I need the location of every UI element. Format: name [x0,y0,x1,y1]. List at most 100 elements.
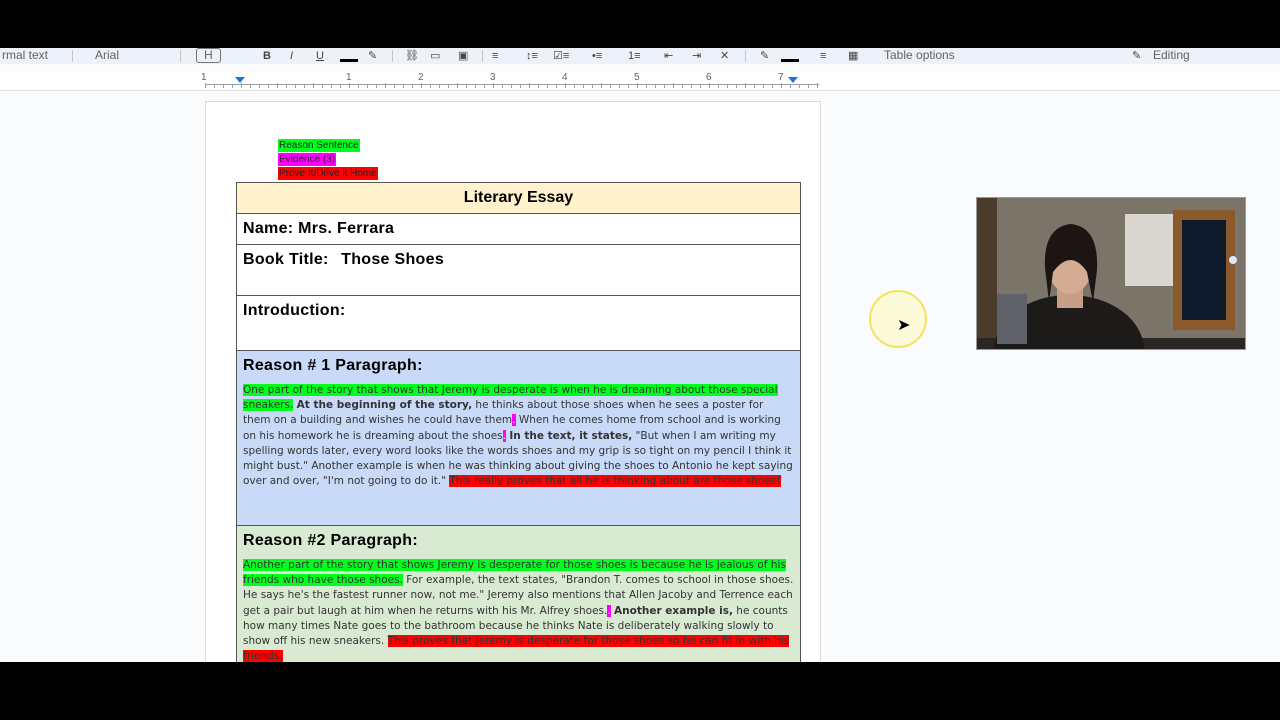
ruler-tick [457,83,458,88]
ruler-tick [214,85,215,88]
font-size-box[interactable]: H [196,48,221,63]
ruler-tick [808,85,809,88]
ruler-tick [439,85,440,88]
bulleted-list-icon[interactable]: •≡ [592,50,602,62]
book-title-cell[interactable]: Book Title: Those Shoes [236,244,801,296]
ruler-tick [583,85,584,88]
ruler-tick [259,85,260,88]
line-spacing-icon[interactable]: ↕≡ [526,50,538,62]
legend-reason-sentence: Reason Sentence [278,139,360,152]
checklist-icon[interactable]: ☑≡ [553,50,569,62]
toolbar-divider [745,50,746,62]
ruler-number: 7 [778,72,784,83]
table-options-button[interactable]: Table options [884,48,955,63]
increase-indent-icon[interactable]: ⇥ [692,50,701,62]
video-letterbox-bottom [0,662,1280,720]
book-title-label: Book Title: [243,251,329,268]
ruler-tick [466,85,467,88]
reason1-label: Reason # 1 Paragraph: [243,357,423,374]
ruler-tick [331,85,332,88]
reason2-paragraph[interactable]: Another part of the story that shows Jer… [243,558,794,662]
ruler-tick [673,83,674,88]
border-color-icon[interactable]: ✎ [760,50,769,62]
ruler-tick [799,85,800,88]
ruler-tick [421,83,422,88]
webcam-overlay [976,197,1246,350]
reason1-paragraph[interactable]: One part of the story that shows that Je… [243,383,794,489]
ruler-tick [232,85,233,88]
video-letterbox-top [0,0,1280,48]
highlight-icon[interactable]: ✎ [368,50,377,62]
ruler-tick [349,83,350,88]
ruler-tick [529,83,530,88]
clear-formatting-icon[interactable]: ✕ [720,50,729,62]
evidence-marker: . [502,429,506,442]
left-indent-marker[interactable] [235,77,245,83]
ruler-tick [709,83,710,88]
border-dash-icon[interactable]: ≡ [820,50,826,62]
ruler-tick [736,85,737,88]
ruler-tick [304,85,305,88]
reason1-cell[interactable]: Reason # 1 Paragraph: One part of the st… [236,350,801,526]
comment-icon[interactable]: ▭ [430,50,440,62]
align-icon[interactable]: ≡ [492,50,498,62]
paragraph-style-dropdown[interactable]: rmal text [2,48,48,63]
essay-table[interactable]: Literary Essay Name: Mrs. Ferrara Book T… [236,182,801,662]
reason2-cell[interactable]: Reason #2 Paragraph: Another part of the… [236,525,801,662]
border-width-icon[interactable] [781,59,799,62]
mouse-pointer-icon: ➤ [897,317,911,334]
document-page[interactable]: Reason Sentence Evidence (3) Prove It/Dr… [205,101,821,662]
ruler-tick [574,85,575,88]
ruler-tick [385,83,386,88]
ruler-tick [502,85,503,88]
underline-icon[interactable]: U [316,50,324,62]
ruler-number: 4 [562,72,568,83]
introduction-cell[interactable]: Introduction: [236,295,801,351]
ruler-tick [322,85,323,88]
name-text: Name: Mrs. Ferrara [243,220,395,237]
table-icon[interactable]: ▦ [848,50,858,62]
ruler-tick [556,85,557,88]
ruler-tick [628,85,629,88]
ruler-tick [664,85,665,88]
ruler-tick [376,85,377,88]
toolbar-divider [72,50,73,62]
decrease-indent-icon[interactable]: ⇤ [664,50,673,62]
ruler-tick [772,85,773,88]
ruler-tick [430,85,431,88]
ruler-tick [250,85,251,88]
ruler-tick [565,83,566,88]
name-cell[interactable]: Name: Mrs. Ferrara [236,213,801,245]
ruler-tick [754,85,755,88]
right-indent-marker[interactable] [788,77,798,83]
essay-title[interactable]: Literary Essay [236,182,801,214]
reason2-label: Reason #2 Paragraph: [243,532,418,549]
horizontal-ruler[interactable]: 1 1 2 3 4 5 6 7 [0,72,1280,91]
text-color-icon[interactable] [340,59,358,62]
ruler-tick [655,85,656,88]
ruler-number: 5 [634,72,640,83]
webcam-person-image [977,198,1245,349]
italic-icon[interactable]: I [290,50,293,62]
ruler-tick [394,85,395,88]
formatting-toolbar: rmal text Arial H B I U ✎ ⛓ ▭ ▣ ≡ ↕≡ ☑≡ … [0,48,1280,64]
docs-app-window: rmal text Arial H B I U ✎ ⛓ ▭ ▣ ≡ ↕≡ ☑≡ … [0,48,1280,662]
ruler-tick [646,85,647,88]
image-icon[interactable]: ▣ [458,50,468,62]
ruler-tick [619,85,620,88]
bold-icon[interactable]: B [263,50,271,62]
ruler-tick [817,83,818,88]
book-title-value: Those Shoes [341,251,445,268]
font-dropdown[interactable]: Arial [95,48,119,63]
toolbar-divider [180,50,181,62]
ruler-tick [682,85,683,88]
ruler-tick [403,85,404,88]
editing-mode-dropdown[interactable]: Editing [1153,48,1190,63]
ruler-tick [520,85,521,88]
ruler-tick [592,85,593,88]
link-icon[interactable]: ⛓ [405,50,419,62]
ruler-tick [277,83,278,88]
numbered-list-icon[interactable]: 1≡ [628,50,641,62]
ruler-number: 2 [418,72,424,83]
legend-evidence: Evidence (3) [278,153,337,166]
